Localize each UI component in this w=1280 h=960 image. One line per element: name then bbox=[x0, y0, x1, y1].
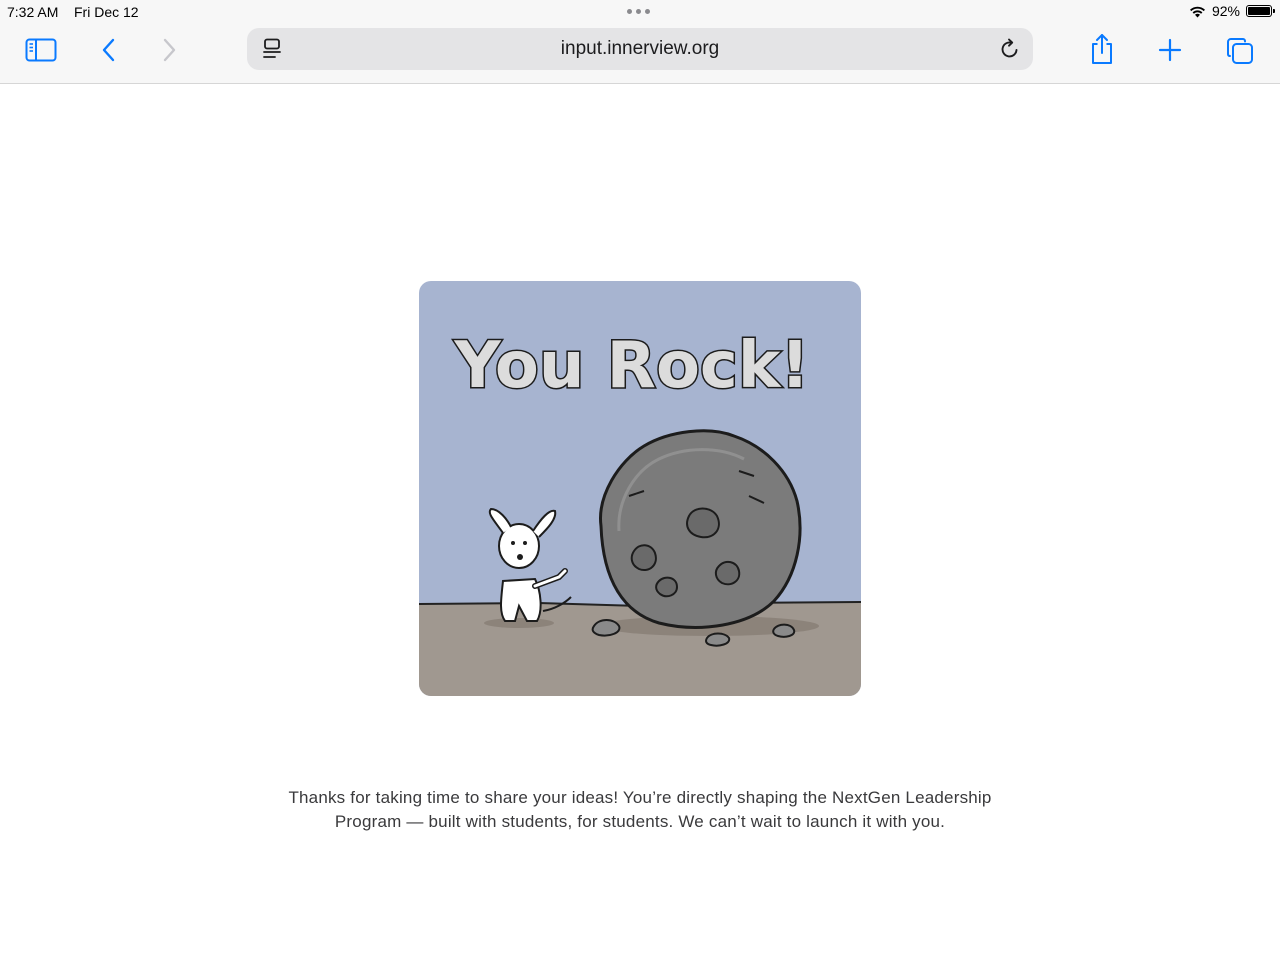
battery-percent: 92% bbox=[1211, 3, 1240, 19]
status-date: Fri Dec 12 bbox=[74, 4, 139, 20]
browser-toolbar: input.innerview.org bbox=[0, 24, 1280, 84]
forward-chevron-icon[interactable] bbox=[158, 36, 182, 64]
multitasking-dots-icon[interactable] bbox=[627, 9, 650, 14]
you-rock-card: You Rock! bbox=[419, 281, 861, 696]
share-icon[interactable] bbox=[1088, 32, 1116, 66]
battery-fill bbox=[1248, 7, 1271, 15]
address-bar[interactable]: input.innerview.org bbox=[247, 28, 1033, 70]
url-text[interactable]: input.innerview.org bbox=[247, 28, 1033, 70]
wifi-icon bbox=[1189, 6, 1205, 17]
status-bar: 7:32 AM Fri Dec 12 92% bbox=[0, 0, 1280, 24]
back-chevron-icon[interactable] bbox=[96, 36, 120, 64]
status-time: 7:32 AM bbox=[7, 4, 59, 20]
battery-icon bbox=[1246, 5, 1275, 17]
status-right: 92% bbox=[1189, 3, 1275, 19]
sidebar-icon[interactable] bbox=[24, 36, 58, 64]
plus-icon[interactable] bbox=[1156, 36, 1184, 64]
reload-icon[interactable] bbox=[999, 38, 1021, 60]
page-content: You Rock! Thanks for taking time to shar… bbox=[0, 84, 1280, 960]
thank-you-message: Thanks for taking time to share your ide… bbox=[288, 788, 992, 831]
headline-text: You Rock! bbox=[453, 329, 809, 403]
tabs-icon[interactable] bbox=[1225, 36, 1255, 66]
you-rock-illustration: You Rock! bbox=[419, 281, 861, 696]
